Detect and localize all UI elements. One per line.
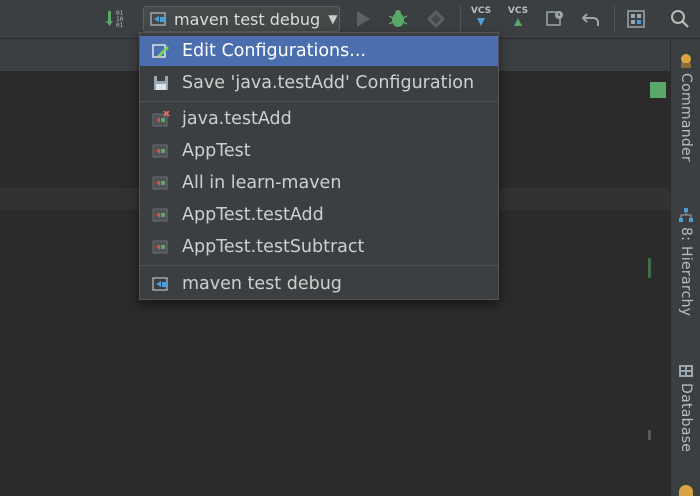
menu-item-all-in-learn-maven[interactable]: All in learn-maven: [140, 168, 498, 198]
menu-item-label: AppTest.testSubtract: [182, 237, 365, 257]
debug-button[interactable]: [386, 8, 410, 30]
menu-item-java-testadd[interactable]: java.testAdd: [140, 104, 498, 134]
vcs-update-label: VCS: [470, 5, 492, 16]
junit-icon: [152, 176, 168, 190]
maven-config-icon: [152, 277, 168, 291]
project-structure-button[interactable]: [624, 8, 648, 30]
menu-item-label: java.testAdd: [182, 109, 292, 129]
edit-config-icon: [152, 44, 169, 58]
menu-item-label: All in learn-maven: [182, 173, 342, 193]
arrow-down-icon: [477, 17, 485, 26]
scrollbar-marker[interactable]: [648, 258, 651, 278]
tool-tab-label: 8: Hierarchy: [678, 227, 694, 317]
database-icon: [679, 365, 693, 377]
save-icon: [154, 76, 168, 90]
right-tool-strip: Commander 8: Hierarchy Database: [670, 39, 700, 496]
vcs-commit-button[interactable]: VCS: [505, 6, 531, 28]
search-icon: [671, 10, 689, 28]
tool-tab-hierarchy[interactable]: 8: Hierarchy: [671, 207, 700, 316]
junit-temp-icon: [152, 111, 170, 127]
bug-icon: [388, 10, 408, 27]
junit-icon: [152, 144, 168, 158]
undo-button[interactable]: [579, 8, 603, 30]
run-config-label: maven test debug: [174, 9, 321, 29]
project-structure-icon: [627, 10, 645, 28]
menu-item-save-configuration[interactable]: Save 'java.testAdd' Configuration: [140, 68, 498, 98]
menu-item-label: Save 'java.testAdd' Configuration: [182, 73, 475, 93]
scrollbar-marker[interactable]: [648, 430, 651, 440]
menu-item-label: AppTest: [182, 141, 251, 161]
arrow-up-icon: [514, 17, 522, 26]
coverage-button[interactable]: [424, 8, 448, 30]
menu-item-label: maven test debug: [182, 274, 342, 294]
junit-icon: [152, 240, 168, 254]
run-button[interactable]: [352, 8, 374, 30]
vcs-commit-label: VCS: [507, 5, 529, 16]
tool-tab-database[interactable]: Database: [671, 363, 700, 452]
analysis-ok-icon[interactable]: [650, 82, 666, 98]
tool-tab-commander[interactable]: Commander: [671, 53, 700, 162]
menu-item-maven-test-debug[interactable]: maven test debug: [140, 269, 498, 299]
vcs-history-button[interactable]: [543, 8, 567, 30]
run-config-combo[interactable]: maven test debug ▼: [143, 6, 340, 32]
toolbar-separator: [460, 6, 461, 32]
menu-item-apptest-testadd[interactable]: AppTest.testAdd: [140, 200, 498, 230]
menu-separator: [140, 265, 498, 266]
compile-icon[interactable]: 01 10 01: [106, 8, 132, 30]
tool-tab-label: Database: [678, 383, 694, 453]
tool-tab-label: Commander: [678, 73, 694, 163]
bits-bot: 01: [116, 22, 124, 29]
run-config-popup: Edit Configurations... Save 'java.testAd…: [139, 32, 499, 300]
menu-item-edit-configurations[interactable]: Edit Configurations...: [140, 36, 498, 66]
undo-icon: [581, 13, 599, 26]
play-icon: [357, 11, 370, 27]
toolbar-separator: [614, 6, 615, 32]
menu-item-apptest[interactable]: AppTest: [140, 136, 498, 166]
history-icon: [546, 11, 563, 26]
menu-item-label: Edit Configurations...: [182, 41, 366, 61]
junit-icon: [152, 208, 168, 222]
hierarchy-icon: [679, 208, 693, 222]
maven-config-icon: [150, 12, 166, 26]
search-button[interactable]: [666, 8, 694, 30]
menu-item-apptest-testsubtract[interactable]: AppTest.testSubtract: [140, 232, 498, 262]
menu-item-label: AppTest.testAdd: [182, 205, 324, 225]
commander-icon: [681, 54, 691, 68]
partial-tool-icon: [679, 485, 693, 496]
coverage-icon: [427, 10, 445, 28]
vcs-update-button[interactable]: VCS: [468, 6, 494, 28]
menu-separator: [140, 101, 498, 102]
chevron-down-icon: ▼: [328, 12, 338, 26]
